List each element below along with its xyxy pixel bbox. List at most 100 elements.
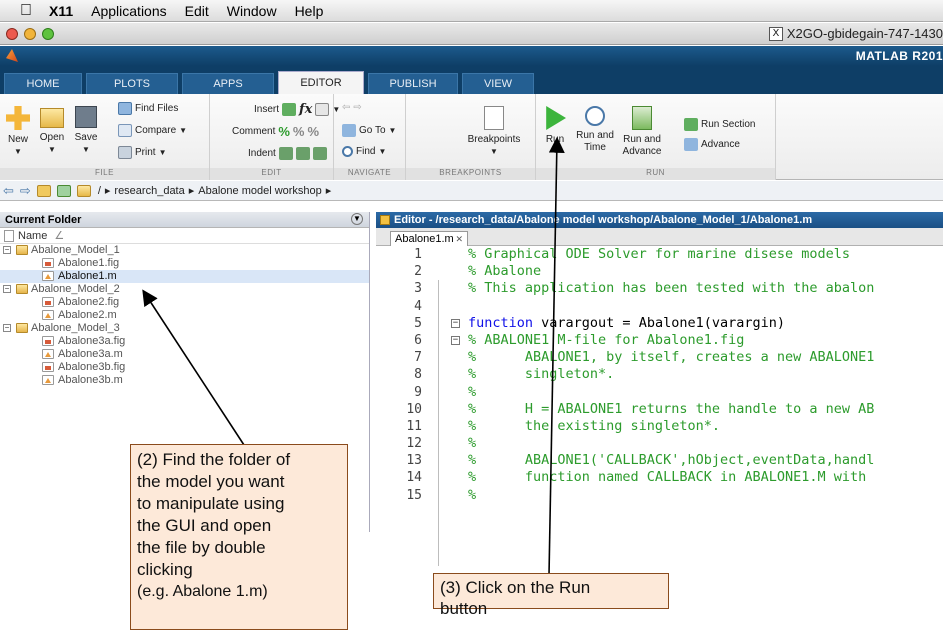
run-play-icon [546, 106, 566, 130]
panel-menu-icon[interactable]: ▼ [351, 213, 363, 225]
step2-line: to manipulate using [137, 494, 285, 513]
indent-button[interactable]: Indent [248, 147, 327, 160]
code-line[interactable]: 9% [376, 384, 943, 401]
folder-row[interactable]: − Abalone_Model_1 [0, 244, 369, 257]
compare-button[interactable]: Compare ▼ [118, 124, 187, 137]
fx-button[interactable]: fx [299, 102, 312, 117]
folder-row[interactable]: − Abalone_Model_2 [0, 283, 369, 296]
find-files-label: Find Files [135, 103, 179, 114]
apple-icon[interactable]:  [0, 2, 40, 20]
forward-arrow-icon[interactable]: ⇨ [353, 102, 361, 113]
file-row[interactable]: Abalone3b.fig [0, 361, 369, 374]
code-fold-icon[interactable]: − [451, 335, 460, 345]
name-column-header[interactable]: Name ∠ [0, 228, 369, 244]
file-row[interactable]: Abalone2.fig [0, 296, 369, 309]
code-line[interactable]: 12% [376, 435, 943, 452]
decrease-indent-icon[interactable] [312, 147, 327, 160]
path-root[interactable]: / [94, 185, 105, 197]
increase-indent-icon[interactable] [295, 147, 310, 160]
menu-window[interactable]: Window [218, 3, 286, 19]
file-row[interactable]: Abalone3b.m [0, 374, 369, 387]
code-line[interactable]: 13 % ABALONE1('CALLBACK',hObject,eventDat… [376, 452, 943, 469]
code-line[interactable]: 3 % This application has been tested with… [376, 280, 943, 297]
forward-arrow-icon[interactable]: ⇨ [17, 183, 34, 199]
collapse-toggle-icon[interactable]: − [3, 246, 11, 254]
new-button[interactable]: New ▼ [2, 106, 34, 158]
tab-apps[interactable]: APPS [182, 73, 274, 94]
address-bar: ⇦ ⇨ / ▸ research_data ▸ Abalone model wo… [0, 181, 943, 201]
file-row[interactable]: Abalone3a.m [0, 348, 369, 361]
back-arrow-icon[interactable]: ⇦ [342, 102, 350, 113]
code-line[interactable]: 5 function varargout = Abalone1(varargin)… [376, 315, 943, 332]
insert-button[interactable]: Insert fx ▼ [254, 102, 340, 117]
code-line[interactable]: 4 [376, 298, 943, 315]
compare-icon [118, 124, 132, 137]
editor-panel: Editor - /research_data/Abalone model wo… [376, 212, 943, 566]
save-button[interactable]: Save ▼ [70, 106, 102, 156]
line-number: 8 [414, 367, 422, 383]
collapse-toggle-icon[interactable]: − [3, 324, 11, 332]
breadcrumb-abalone-workshop[interactable]: Abalone model workshop [194, 185, 326, 197]
step2-line: the file by double [137, 538, 266, 557]
file-row[interactable]: Abalone1.fig [0, 257, 369, 270]
browse-folder-icon[interactable] [56, 184, 71, 197]
minimize-window-button[interactable] [24, 28, 36, 40]
run-and-advance-button[interactable]: Run and Advance [620, 106, 664, 158]
tab-home[interactable]: HOME [4, 73, 82, 94]
file-row[interactable]: Abalone1.m [0, 270, 369, 283]
insert-code-icon [315, 103, 330, 116]
tab-plots[interactable]: PLOTS [86, 73, 178, 94]
run-button[interactable]: Run [540, 106, 570, 146]
breadcrumb-research-data[interactable]: research_data [110, 185, 188, 197]
goto-button[interactable]: Go To ▼ [342, 124, 396, 137]
code-line[interactable]: 15% [376, 487, 943, 504]
edit-group-label: EDIT [210, 168, 333, 180]
tab-publish[interactable]: PUBLISH [368, 73, 458, 94]
open-button[interactable]: Open ▼ [36, 106, 68, 156]
toolstrip-tab-bar: HOME PLOTS APPS EDITOR PUBLISH VIEW [0, 66, 943, 94]
code-line[interactable]: 6 % ABALONE1 M-file for Abalone1.fig − [376, 332, 943, 349]
step2-callout: (2) Find the folder of the model you wan… [130, 444, 348, 630]
code-line[interactable]: 11 % the existing singleton*. [376, 418, 943, 435]
tab-view[interactable]: VIEW [462, 73, 534, 94]
back-arrow-icon[interactable]: ⇦ [0, 183, 17, 199]
close-window-button[interactable] [6, 28, 18, 40]
run-section-button[interactable]: Run Section [684, 118, 755, 131]
menu-edit[interactable]: Edit [176, 3, 218, 19]
file-row[interactable]: Abalone2.m [0, 309, 369, 322]
code-line[interactable]: 1 % Graphical ODE Solver for marine dises… [376, 246, 943, 263]
menu-help[interactable]: Help [286, 3, 333, 19]
menu-applications[interactable]: Applications [82, 3, 176, 19]
back-forward-buttons[interactable]: ⇦ ⇨ [342, 102, 362, 113]
code-area[interactable]: 1 % Graphical ODE Solver for marine dises… [376, 246, 943, 566]
print-button[interactable]: Print ▼ [118, 146, 166, 159]
breakpoints-button[interactable]: Breakpoints ▼ [458, 106, 530, 158]
window-title-text: X2GO-gbidegain-747-1430 [786, 26, 943, 41]
up-folder-icon[interactable] [36, 184, 51, 197]
run-label: Run [545, 134, 565, 145]
tab-editor[interactable]: EDITOR [278, 71, 364, 94]
code-line[interactable]: 7 % ABALONE1, by itself, creates a new AB… [376, 349, 943, 366]
find-files-button[interactable]: Find Files [118, 102, 178, 115]
file-tab-abalone1[interactable]: Abalone1.m ✕ [390, 231, 468, 246]
folder-row[interactable]: − Abalone_Model_3 [0, 322, 369, 335]
file-row[interactable]: Abalone3a.fig [0, 335, 369, 348]
zoom-window-button[interactable] [42, 28, 54, 40]
comment-button[interactable]: Comment % % % [232, 124, 319, 139]
code-line[interactable]: 10 % H = ABALONE1 returns the handle to a… [376, 401, 943, 418]
run-and-time-button[interactable]: Run and Time [574, 106, 616, 154]
line-number: 10 [406, 401, 422, 417]
code-line[interactable]: 2 % Abalone [376, 263, 943, 280]
code-line[interactable]: 8 % singleton*. [376, 366, 943, 383]
collapse-toggle-icon[interactable]: − [3, 285, 11, 293]
code-fold-icon[interactable]: − [451, 318, 460, 328]
advance-button[interactable]: Advance [684, 138, 740, 151]
code-text: function varargout = Abalone1(varargin) [468, 315, 785, 332]
uncomment-icon[interactable]: % [293, 124, 305, 139]
code-line[interactable]: 14 % function named CALLBACK in ABALONE1.… [376, 469, 943, 486]
menu-x11[interactable]: X11 [40, 3, 82, 19]
find-button[interactable]: Find ▼ [342, 146, 386, 157]
close-icon[interactable]: ✕ [455, 232, 463, 246]
wrap-comments-icon[interactable]: % [307, 124, 319, 139]
edit-group: Insert fx ▼ Comment % % % Indent EDIT [210, 94, 340, 180]
